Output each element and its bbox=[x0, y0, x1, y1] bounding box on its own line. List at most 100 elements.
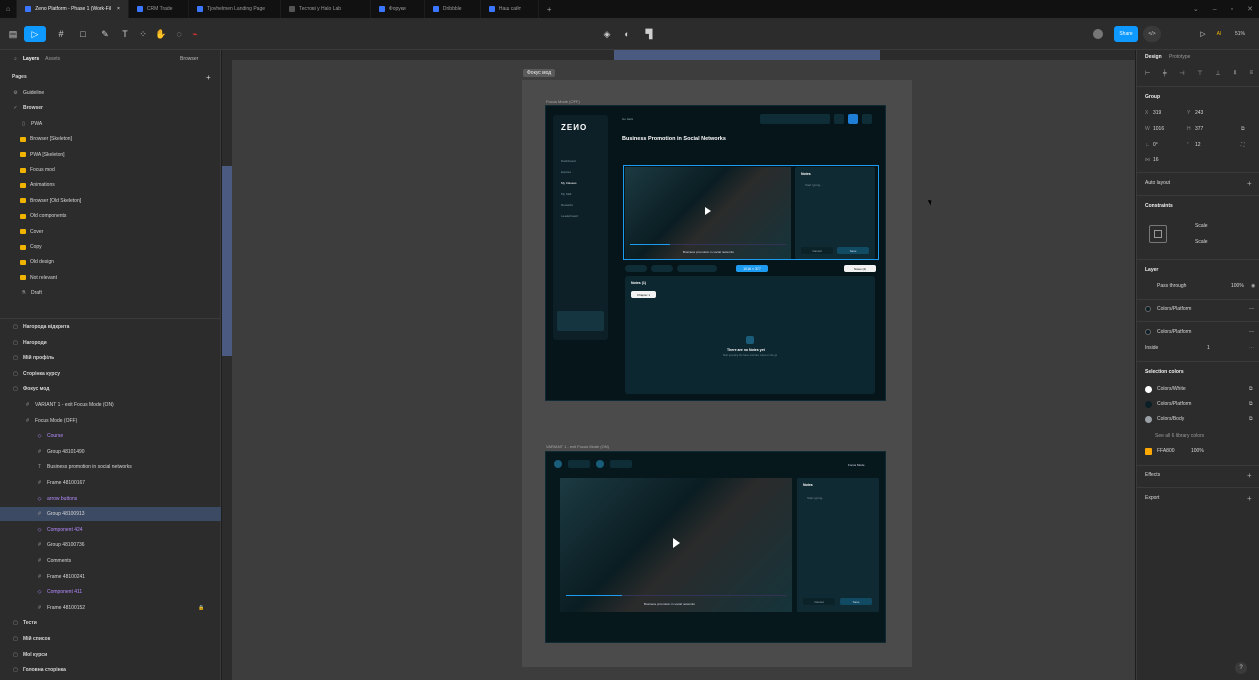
add-export-icon[interactable]: + bbox=[1247, 494, 1252, 503]
page-item[interactable]: Browser [Skeleton] bbox=[0, 132, 221, 146]
layer-item[interactable]: # Group 48101490 bbox=[0, 445, 221, 459]
color-style-name[interactable]: Colors/Platform bbox=[1157, 401, 1191, 407]
tab-zeno-platform[interactable]: Zeno Platform - Phase 1 (Work-Fil × bbox=[17, 0, 129, 18]
page-item[interactable]: ▯ PWA bbox=[0, 117, 221, 131]
tab-our-site[interactable]: Наш сайт bbox=[481, 0, 539, 18]
tab-dribbble[interactable]: Dribbble bbox=[425, 0, 481, 18]
add-page-icon[interactable]: + bbox=[206, 73, 211, 82]
layer-item[interactable]: # VARIANT 1 - exit Focus Mode (ON) bbox=[0, 398, 221, 412]
page-item[interactable]: Copy bbox=[0, 240, 221, 254]
dev-mode-toggle[interactable]: </> bbox=[1143, 26, 1161, 42]
help-icon[interactable]: ? bbox=[1235, 662, 1247, 674]
stroke-position-select[interactable]: Inside bbox=[1145, 345, 1158, 351]
detach-style-icon[interactable]: ⧉ bbox=[1249, 416, 1253, 422]
layer-item[interactable]: # Comments bbox=[0, 554, 221, 568]
remove-fill-icon[interactable]: — bbox=[1249, 306, 1254, 312]
align-left-icon[interactable]: ⊢ bbox=[1145, 70, 1150, 78]
layer-item[interactable]: ▢ Мої курси bbox=[0, 648, 221, 662]
layer-item[interactable]: ▢ Головна сторінка bbox=[0, 663, 221, 677]
radius-input[interactable]: 12 bbox=[1195, 142, 1201, 148]
color-swatch[interactable] bbox=[1145, 386, 1152, 393]
minimize-icon[interactable]: – bbox=[1213, 6, 1217, 13]
align-top-icon[interactable]: ⊤ bbox=[1197, 70, 1202, 78]
align-center-icon[interactable]: ┿ bbox=[1163, 70, 1167, 78]
close-window-icon[interactable]: ✕ bbox=[1247, 5, 1253, 13]
w-input[interactable]: 1016 bbox=[1153, 126, 1164, 132]
visibility-icon[interactable]: ◉ bbox=[1251, 283, 1255, 289]
page-item[interactable]: PWA [Skeleton] bbox=[0, 148, 221, 162]
hand-tool-icon[interactable]: ✋ bbox=[154, 26, 168, 42]
vertical-constraint-select[interactable]: Scale bbox=[1195, 239, 1208, 245]
constrain-proportions-icon[interactable]: ⧉ bbox=[1241, 126, 1245, 132]
frame-focus-mode-on[interactable]: Focus Mode Business promotion in social … bbox=[545, 451, 886, 643]
rotation-input[interactable]: 0° bbox=[1153, 142, 1158, 148]
layer-item[interactable]: ▢ Нагороди bbox=[0, 336, 221, 350]
stroke-swatch[interactable] bbox=[1145, 329, 1151, 335]
align-right-icon[interactable]: ⊣ bbox=[1179, 70, 1184, 78]
new-tab-icon[interactable]: + bbox=[539, 0, 560, 18]
page-item[interactable]: ✓ Browser bbox=[0, 101, 221, 115]
close-icon[interactable]: × bbox=[117, 6, 120, 12]
hex-opacity-input[interactable]: 100% bbox=[1191, 448, 1204, 454]
x-input[interactable]: 319 bbox=[1153, 110, 1161, 116]
layer-item[interactable]: T Business promotion in social networks bbox=[0, 460, 221, 474]
frame-label-on[interactable]: VARIANT 1 - exit Focus Mode (ON) bbox=[546, 444, 609, 449]
page-item[interactable]: Animations bbox=[0, 178, 221, 192]
tab-landing[interactable]: Tjovhelmen Landing Page bbox=[189, 0, 281, 18]
page-item[interactable]: ⚗ Draft bbox=[0, 286, 221, 300]
tab-prototype[interactable]: Prototype bbox=[1169, 54, 1190, 60]
fill-swatch[interactable] bbox=[1145, 306, 1151, 312]
move-tool-icon[interactable]: ▷ bbox=[24, 26, 46, 42]
horizontal-constraint-select[interactable]: Scale bbox=[1195, 223, 1208, 229]
constraints-widget[interactable] bbox=[1149, 225, 1167, 243]
layer-item[interactable]: # Frame 48100167 bbox=[0, 476, 221, 490]
page-item[interactable]: Focus mod bbox=[0, 163, 221, 177]
text-tool-icon[interactable]: T bbox=[118, 26, 132, 42]
page-item[interactable]: Old design bbox=[0, 255, 221, 269]
share-button[interactable]: Share bbox=[1114, 26, 1138, 42]
layer-item[interactable]: ◇ Component 411 bbox=[0, 585, 221, 599]
page-item[interactable]: ⚙ Guideline bbox=[0, 86, 221, 100]
component-icon[interactable]: ◈ bbox=[600, 26, 614, 42]
layer-item[interactable]: ▢ Мій профіль bbox=[0, 351, 221, 365]
main-menu-icon[interactable]: ▤ bbox=[6, 26, 20, 42]
tab-halo[interactable]: Тестові у Halo Lab bbox=[281, 0, 371, 18]
tab-layers[interactable]: Layers bbox=[23, 56, 39, 62]
canvas[interactable]: Фокус мод Focus Mode (OFF) ZEИO Dashboar… bbox=[232, 60, 1135, 680]
dev-mode-icon[interactable]: ⌁ bbox=[188, 26, 202, 42]
remove-stroke-icon[interactable]: — bbox=[1249, 329, 1254, 335]
hex-input[interactable]: FFA800 bbox=[1157, 448, 1175, 454]
page-item[interactable]: Old components bbox=[0, 209, 221, 223]
tab-design[interactable]: Design bbox=[1145, 54, 1162, 60]
stroke-width-input[interactable]: 1 bbox=[1207, 345, 1210, 351]
lock-icon[interactable]: 🔒 bbox=[198, 605, 204, 611]
chevron-down-icon[interactable]: ⌄ bbox=[1193, 5, 1199, 13]
layer-item[interactable]: # Frame 48100241 bbox=[0, 570, 221, 584]
stroke-style-name[interactable]: Colors/Platform bbox=[1157, 329, 1191, 335]
boolean-icon[interactable]: ▜ bbox=[640, 26, 658, 42]
layer-item[interactable]: ◇ arrow buttons bbox=[0, 492, 221, 506]
gap-input[interactable]: 16 bbox=[1153, 157, 1159, 163]
present-icon[interactable]: ▷ bbox=[1196, 26, 1210, 42]
layer-item[interactable]: ◇ Course bbox=[0, 429, 221, 443]
layer-item[interactable]: ▢ Фокус мод bbox=[0, 382, 221, 396]
layer-item[interactable]: # Focus Mode (OFF) bbox=[0, 414, 221, 428]
avatar[interactable] bbox=[1088, 26, 1108, 42]
tab-crm-trade[interactable]: CRM Trade bbox=[129, 0, 189, 18]
shape-tool-icon[interactable]: □ bbox=[74, 26, 92, 42]
layer-item[interactable]: ▢ Тести bbox=[0, 616, 221, 630]
mask-icon[interactable]: ◐ bbox=[620, 26, 634, 42]
layer-opacity-input[interactable]: 100% bbox=[1231, 283, 1244, 289]
tab-forums[interactable]: Форуки bbox=[371, 0, 425, 18]
layer-item[interactable]: ▢ Мій список bbox=[0, 632, 221, 646]
add-auto-layout-icon[interactable]: + bbox=[1247, 179, 1252, 188]
add-effect-icon[interactable]: + bbox=[1247, 471, 1252, 480]
frame-focus-mode-off[interactable]: ZEИO Dashboard Explore My Classes My Skill R… bbox=[545, 105, 886, 401]
page-item[interactable]: Not relevant bbox=[0, 271, 221, 285]
hex-swatch[interactable] bbox=[1145, 448, 1152, 455]
mock-video-player[interactable]: Business promotion in social networks bbox=[625, 167, 791, 259]
tab-assets[interactable]: Assets bbox=[45, 56, 60, 62]
browser-page-select[interactable]: Browser bbox=[180, 56, 198, 62]
layer-item[interactable]: ▢ Сторінка курсу bbox=[0, 367, 221, 381]
detach-style-icon[interactable]: ⧉ bbox=[1249, 386, 1253, 392]
